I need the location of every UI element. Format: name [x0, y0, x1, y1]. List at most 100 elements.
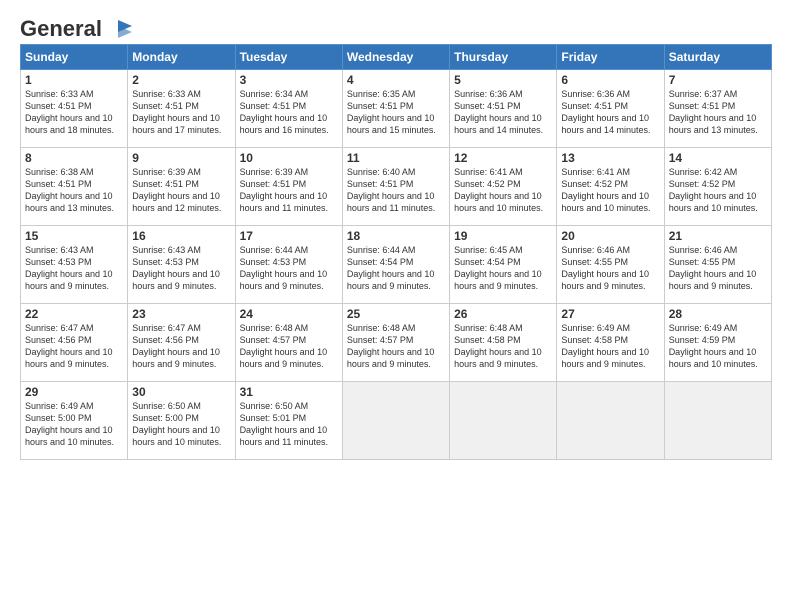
day-number: 18 — [347, 229, 445, 243]
logo-flag-icon — [104, 18, 132, 40]
day-number: 10 — [240, 151, 338, 165]
day-info: Sunrise: 6:48 AMSunset: 4:57 PMDaylight … — [347, 322, 445, 371]
day-info: Sunrise: 6:36 AMSunset: 4:51 PMDaylight … — [454, 88, 552, 137]
calendar-week-row: 22Sunrise: 6:47 AMSunset: 4:56 PMDayligh… — [21, 304, 772, 382]
page: General SundayMondayTuesdayWednesdayThur… — [0, 0, 792, 470]
col-header-wednesday: Wednesday — [342, 45, 449, 70]
day-info: Sunrise: 6:38 AMSunset: 4:51 PMDaylight … — [25, 166, 123, 215]
col-header-monday: Monday — [128, 45, 235, 70]
calendar-day-cell: 4Sunrise: 6:35 AMSunset: 4:51 PMDaylight… — [342, 70, 449, 148]
header: General — [20, 18, 772, 36]
day-info: Sunrise: 6:41 AMSunset: 4:52 PMDaylight … — [454, 166, 552, 215]
calendar-header-row: SundayMondayTuesdayWednesdayThursdayFrid… — [21, 45, 772, 70]
calendar-day-cell: 21Sunrise: 6:46 AMSunset: 4:55 PMDayligh… — [664, 226, 771, 304]
day-number: 25 — [347, 307, 445, 321]
calendar-day-cell: 22Sunrise: 6:47 AMSunset: 4:56 PMDayligh… — [21, 304, 128, 382]
day-info: Sunrise: 6:40 AMSunset: 4:51 PMDaylight … — [347, 166, 445, 215]
calendar-day-cell: 1Sunrise: 6:33 AMSunset: 4:51 PMDaylight… — [21, 70, 128, 148]
calendar-day-cell: 29Sunrise: 6:49 AMSunset: 5:00 PMDayligh… — [21, 382, 128, 460]
day-info: Sunrise: 6:49 AMSunset: 4:59 PMDaylight … — [669, 322, 767, 371]
calendar-day-cell: 17Sunrise: 6:44 AMSunset: 4:53 PMDayligh… — [235, 226, 342, 304]
calendar-day-cell: 5Sunrise: 6:36 AMSunset: 4:51 PMDaylight… — [450, 70, 557, 148]
calendar-day-cell: 13Sunrise: 6:41 AMSunset: 4:52 PMDayligh… — [557, 148, 664, 226]
calendar-week-row: 29Sunrise: 6:49 AMSunset: 5:00 PMDayligh… — [21, 382, 772, 460]
day-number: 4 — [347, 73, 445, 87]
day-info: Sunrise: 6:39 AMSunset: 4:51 PMDaylight … — [132, 166, 230, 215]
logo-text: General — [20, 18, 102, 40]
calendar-day-cell: 16Sunrise: 6:43 AMSunset: 4:53 PMDayligh… — [128, 226, 235, 304]
logo: General — [20, 18, 132, 36]
calendar-day-cell — [664, 382, 771, 460]
calendar-day-cell: 8Sunrise: 6:38 AMSunset: 4:51 PMDaylight… — [21, 148, 128, 226]
day-number: 8 — [25, 151, 123, 165]
calendar-day-cell: 24Sunrise: 6:48 AMSunset: 4:57 PMDayligh… — [235, 304, 342, 382]
day-info: Sunrise: 6:34 AMSunset: 4:51 PMDaylight … — [240, 88, 338, 137]
calendar-day-cell: 6Sunrise: 6:36 AMSunset: 4:51 PMDaylight… — [557, 70, 664, 148]
calendar-day-cell: 19Sunrise: 6:45 AMSunset: 4:54 PMDayligh… — [450, 226, 557, 304]
day-number: 6 — [561, 73, 659, 87]
day-info: Sunrise: 6:48 AMSunset: 4:58 PMDaylight … — [454, 322, 552, 371]
calendar-week-row: 15Sunrise: 6:43 AMSunset: 4:53 PMDayligh… — [21, 226, 772, 304]
day-number: 20 — [561, 229, 659, 243]
calendar-week-row: 1Sunrise: 6:33 AMSunset: 4:51 PMDaylight… — [21, 70, 772, 148]
calendar-day-cell: 18Sunrise: 6:44 AMSunset: 4:54 PMDayligh… — [342, 226, 449, 304]
day-info: Sunrise: 6:49 AMSunset: 4:58 PMDaylight … — [561, 322, 659, 371]
day-number: 7 — [669, 73, 767, 87]
day-info: Sunrise: 6:39 AMSunset: 4:51 PMDaylight … — [240, 166, 338, 215]
calendar-day-cell: 10Sunrise: 6:39 AMSunset: 4:51 PMDayligh… — [235, 148, 342, 226]
col-header-saturday: Saturday — [664, 45, 771, 70]
day-info: Sunrise: 6:33 AMSunset: 4:51 PMDaylight … — [132, 88, 230, 137]
day-number: 27 — [561, 307, 659, 321]
col-header-sunday: Sunday — [21, 45, 128, 70]
day-info: Sunrise: 6:48 AMSunset: 4:57 PMDaylight … — [240, 322, 338, 371]
day-info: Sunrise: 6:50 AMSunset: 5:00 PMDaylight … — [132, 400, 230, 449]
day-info: Sunrise: 6:35 AMSunset: 4:51 PMDaylight … — [347, 88, 445, 137]
day-number: 31 — [240, 385, 338, 399]
calendar-day-cell: 12Sunrise: 6:41 AMSunset: 4:52 PMDayligh… — [450, 148, 557, 226]
calendar-day-cell: 20Sunrise: 6:46 AMSunset: 4:55 PMDayligh… — [557, 226, 664, 304]
day-info: Sunrise: 6:45 AMSunset: 4:54 PMDaylight … — [454, 244, 552, 293]
day-info: Sunrise: 6:33 AMSunset: 4:51 PMDaylight … — [25, 88, 123, 137]
day-info: Sunrise: 6:44 AMSunset: 4:54 PMDaylight … — [347, 244, 445, 293]
day-number: 26 — [454, 307, 552, 321]
day-number: 30 — [132, 385, 230, 399]
day-number: 9 — [132, 151, 230, 165]
calendar-day-cell: 26Sunrise: 6:48 AMSunset: 4:58 PMDayligh… — [450, 304, 557, 382]
day-info: Sunrise: 6:43 AMSunset: 4:53 PMDaylight … — [132, 244, 230, 293]
day-number: 23 — [132, 307, 230, 321]
day-number: 28 — [669, 307, 767, 321]
calendar-day-cell: 15Sunrise: 6:43 AMSunset: 4:53 PMDayligh… — [21, 226, 128, 304]
day-number: 19 — [454, 229, 552, 243]
calendar-day-cell: 14Sunrise: 6:42 AMSunset: 4:52 PMDayligh… — [664, 148, 771, 226]
calendar-day-cell — [342, 382, 449, 460]
day-number: 24 — [240, 307, 338, 321]
calendar-day-cell: 7Sunrise: 6:37 AMSunset: 4:51 PMDaylight… — [664, 70, 771, 148]
day-number: 1 — [25, 73, 123, 87]
day-number: 22 — [25, 307, 123, 321]
col-header-thursday: Thursday — [450, 45, 557, 70]
day-info: Sunrise: 6:47 AMSunset: 4:56 PMDaylight … — [25, 322, 123, 371]
day-info: Sunrise: 6:36 AMSunset: 4:51 PMDaylight … — [561, 88, 659, 137]
day-info: Sunrise: 6:49 AMSunset: 5:00 PMDaylight … — [25, 400, 123, 449]
day-number: 13 — [561, 151, 659, 165]
day-number: 29 — [25, 385, 123, 399]
day-info: Sunrise: 6:46 AMSunset: 4:55 PMDaylight … — [561, 244, 659, 293]
calendar-day-cell — [557, 382, 664, 460]
day-info: Sunrise: 6:46 AMSunset: 4:55 PMDaylight … — [669, 244, 767, 293]
day-info: Sunrise: 6:37 AMSunset: 4:51 PMDaylight … — [669, 88, 767, 137]
day-number: 2 — [132, 73, 230, 87]
day-number: 17 — [240, 229, 338, 243]
calendar-day-cell — [450, 382, 557, 460]
day-info: Sunrise: 6:44 AMSunset: 4:53 PMDaylight … — [240, 244, 338, 293]
day-number: 15 — [25, 229, 123, 243]
col-header-tuesday: Tuesday — [235, 45, 342, 70]
calendar-day-cell: 28Sunrise: 6:49 AMSunset: 4:59 PMDayligh… — [664, 304, 771, 382]
calendar-day-cell: 3Sunrise: 6:34 AMSunset: 4:51 PMDaylight… — [235, 70, 342, 148]
day-info: Sunrise: 6:43 AMSunset: 4:53 PMDaylight … — [25, 244, 123, 293]
day-number: 12 — [454, 151, 552, 165]
calendar-day-cell: 9Sunrise: 6:39 AMSunset: 4:51 PMDaylight… — [128, 148, 235, 226]
day-number: 14 — [669, 151, 767, 165]
day-number: 5 — [454, 73, 552, 87]
calendar-day-cell: 25Sunrise: 6:48 AMSunset: 4:57 PMDayligh… — [342, 304, 449, 382]
day-info: Sunrise: 6:47 AMSunset: 4:56 PMDaylight … — [132, 322, 230, 371]
